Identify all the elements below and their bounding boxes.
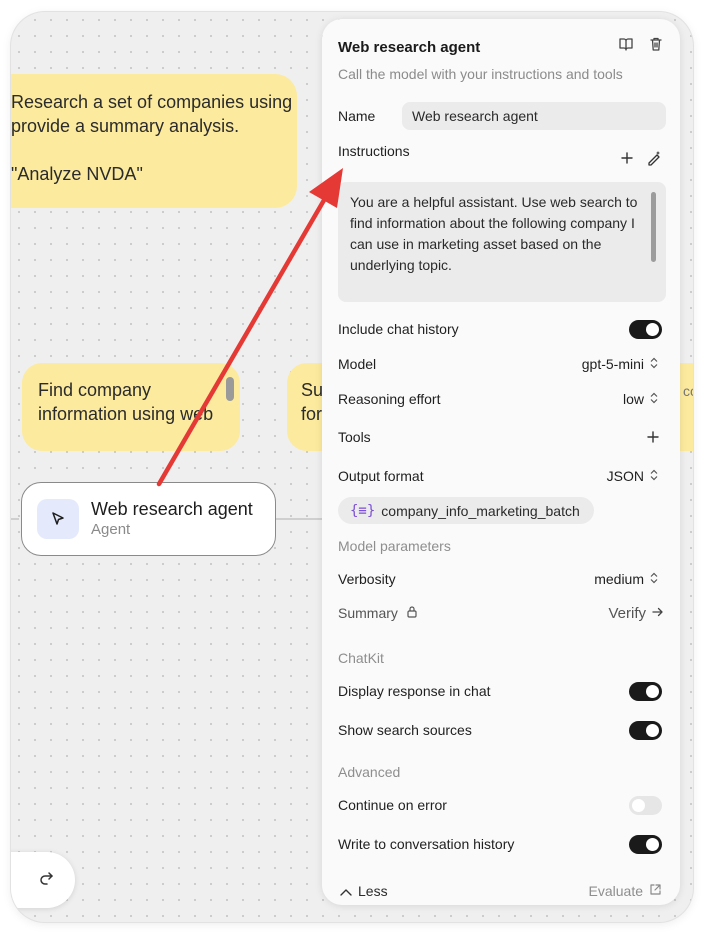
chevron-updown-icon xyxy=(650,391,658,407)
continue-on-error-label: Continue on error xyxy=(338,797,447,813)
agent-node-subtitle: Agent xyxy=(91,521,131,538)
reasoning-effort-label: Reasoning effort xyxy=(338,391,441,407)
agent-node-title: Web research agent xyxy=(91,499,253,519)
note-text: Find company information using web xyxy=(38,380,214,424)
summary-label: Summary xyxy=(338,605,398,621)
display-response-toggle[interactable] xyxy=(629,682,662,701)
tools-label: Tools xyxy=(338,429,371,445)
note-text: Su for xyxy=(301,380,324,424)
sticky-note-find-company[interactable]: Find company information using web xyxy=(22,363,240,451)
model-label: Model xyxy=(338,356,377,372)
reasoning-effort-select[interactable]: low xyxy=(623,391,658,407)
summary-row: Summary xyxy=(338,605,418,621)
less-label: Less xyxy=(358,883,388,899)
verify-link[interactable]: Verify xyxy=(608,605,664,622)
output-format-value: JSON xyxy=(606,468,644,484)
instructions-text: You are a helpful assistant. Use web sea… xyxy=(350,194,638,273)
agent-settings-panel: Web research agent Call the model with y… xyxy=(322,19,680,905)
chevron-up-icon xyxy=(340,883,352,899)
chatkit-header: ChatKit xyxy=(338,650,384,666)
output-format-label: Output format xyxy=(338,468,424,484)
note-line: Research a set of companies using xyxy=(11,92,293,112)
show-sources-toggle[interactable] xyxy=(629,721,662,740)
instructions-scrollbar[interactable] xyxy=(651,192,656,262)
show-sources-label: Show search sources xyxy=(338,722,472,738)
verbosity-select[interactable]: medium xyxy=(594,571,658,587)
magic-pen-icon[interactable] xyxy=(646,150,662,169)
cursor-icon xyxy=(37,499,79,539)
verbosity-label: Verbosity xyxy=(338,571,396,587)
advanced-header: Advanced xyxy=(338,764,401,780)
model-select[interactable]: gpt-5-mini xyxy=(582,356,658,372)
display-response-label: Display response in chat xyxy=(338,683,491,699)
canvas-frame: Research a set of companies using provid… xyxy=(11,12,693,922)
continue-on-error-toggle[interactable] xyxy=(629,796,662,815)
include-chat-history-toggle[interactable] xyxy=(629,320,662,339)
reasoning-effort-value: low xyxy=(622,391,644,407)
trash-icon[interactable] xyxy=(648,36,664,55)
include-chat-history-label: Include chat history xyxy=(338,321,459,337)
note-line: provide a summary analysis. xyxy=(11,116,240,136)
chevron-updown-icon xyxy=(650,468,658,484)
schema-braces-icon: {≡} xyxy=(350,502,376,519)
verbosity-value: medium xyxy=(594,571,644,587)
output-schema-chip[interactable]: {≡} company_info_marketing_batch xyxy=(338,497,594,524)
note-line xyxy=(11,138,277,162)
panel-title: Web research agent xyxy=(338,39,481,56)
plus-icon[interactable] xyxy=(620,151,634,168)
name-input[interactable] xyxy=(402,102,666,130)
chevron-updown-icon xyxy=(650,356,658,372)
arrow-right-icon xyxy=(652,605,664,622)
instructions-actions xyxy=(620,150,662,169)
evaluate-label: Evaluate xyxy=(588,883,643,899)
instructions-textarea[interactable]: You are a helpful assistant. Use web sea… xyxy=(338,182,666,302)
model-value: gpt-5-mini xyxy=(581,356,644,372)
name-label: Name xyxy=(338,108,376,124)
verify-label: Verify xyxy=(608,605,646,622)
redo-button[interactable] xyxy=(11,852,75,908)
output-format-select[interactable]: JSON xyxy=(607,468,658,484)
lock-icon xyxy=(406,605,418,621)
external-link-icon xyxy=(649,883,662,899)
panel-subtitle: Call the model with your instructions an… xyxy=(338,66,623,82)
instructions-label: Instructions xyxy=(338,143,410,159)
add-tool-icon[interactable] xyxy=(646,430,660,447)
book-icon[interactable] xyxy=(618,36,634,55)
sticky-note-main[interactable]: Research a set of companies using provid… xyxy=(11,74,297,208)
less-button[interactable]: Less xyxy=(340,883,388,899)
note-scrollbar[interactable] xyxy=(226,377,234,401)
edge-connector xyxy=(11,518,19,520)
write-history-label: Write to conversation history xyxy=(338,836,515,852)
schema-name: company_info_marketing_batch xyxy=(381,502,580,519)
evaluate-link[interactable]: Evaluate xyxy=(589,883,662,899)
chevron-updown-icon xyxy=(650,571,658,587)
panel-header-actions xyxy=(618,36,664,55)
note-line: "Analyze NVDA" xyxy=(11,164,143,184)
note-text: co xyxy=(683,383,693,399)
model-parameters-header: Model parameters xyxy=(338,538,451,554)
write-history-toggle[interactable] xyxy=(629,835,662,854)
edge-connector xyxy=(275,518,323,520)
redo-icon xyxy=(37,869,55,892)
agent-node[interactable]: Web research agent Agent xyxy=(21,482,276,556)
